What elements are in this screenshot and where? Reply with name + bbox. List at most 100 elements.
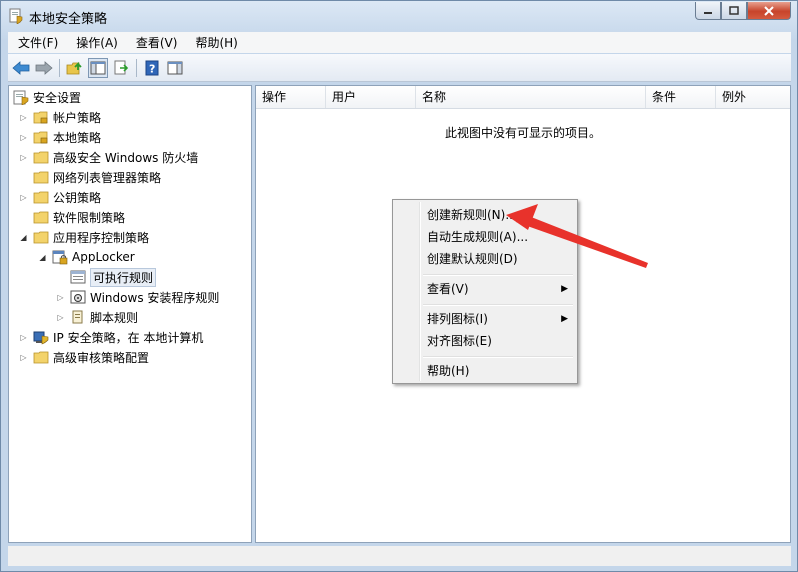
- menu-help[interactable]: 帮助(H): [185, 34, 245, 51]
- show-hide-tree-icon: [90, 61, 106, 74]
- tree-label: 高级安全 Windows 防火墙: [53, 150, 199, 165]
- minimize-icon: [704, 11, 712, 14]
- forward-button[interactable]: [34, 58, 54, 78]
- maximize-icon: [729, 5, 739, 15]
- tree-item-local-policies[interactable]: ▷ 本地策略: [19, 127, 101, 147]
- up-folder-icon: [66, 61, 82, 74]
- expand-arrow-icon[interactable]: ▷: [56, 313, 65, 322]
- menu-separator: [423, 274, 573, 276]
- expand-arrow-icon[interactable]: ▷: [19, 133, 28, 142]
- tree-label: Windows 安装程序规则: [90, 290, 220, 305]
- tree-item-applocker[interactable]: ◢ AppLocker: [38, 247, 135, 267]
- column-header-condition[interactable]: 条件: [646, 86, 716, 108]
- context-menu: 创建新规则(N)... 自动生成规则(A)... 创建默认规则(D) 查看(V)…: [392, 199, 578, 384]
- installer-rule-icon: [70, 290, 86, 304]
- menu-item-create-default-rules[interactable]: 创建默认规则(D): [396, 248, 574, 270]
- menu-item-label: 排列图标(I): [427, 312, 488, 326]
- tree-label: IP 安全策略，在 本地计算机: [53, 330, 204, 345]
- tree-item-public-key[interactable]: ▷ 公钥策略: [19, 187, 101, 207]
- tree-item-script-rules[interactable]: ▷ 脚本规则: [56, 307, 138, 327]
- tree-item-advanced-audit[interactable]: ▷ 高级审核策略配置: [19, 347, 149, 367]
- minimize-button[interactable]: [695, 2, 721, 20]
- properties-pane-icon: [167, 61, 183, 74]
- menu-item-align-icons[interactable]: 对齐图标(E): [396, 330, 574, 352]
- tree-pane[interactable]: 安全设置 ▷ 帐户策略 ▷ 本地策略 ▷ 高级安全 Windows 防火墙 网络…: [8, 85, 252, 543]
- menu-item-view[interactable]: 查看(V) ▶: [396, 278, 574, 300]
- menu-bar: 文件(F) 操作(A) 查看(V) 帮助(H): [8, 32, 791, 53]
- tree-item-root[interactable]: 安全设置: [13, 87, 81, 107]
- menu-item-label: 创建新规则(N)...: [427, 208, 517, 222]
- tree-label: 公钥策略: [53, 190, 102, 205]
- tree-label: 本地策略: [53, 130, 102, 145]
- menu-item-label: 自动生成规则(A)...: [427, 230, 529, 244]
- expand-arrow-icon[interactable]: ▷: [19, 333, 28, 342]
- ip-security-icon: [33, 331, 49, 345]
- collapse-arrow-icon[interactable]: ◢: [19, 233, 28, 242]
- tree-item-executable-rules[interactable]: 可执行规则: [56, 267, 157, 287]
- expand-arrow-icon[interactable]: ▷: [19, 353, 28, 362]
- export-list-button[interactable]: [111, 58, 131, 78]
- folder-icon: [33, 231, 49, 244]
- back-button[interactable]: [11, 58, 31, 78]
- properties-pane-button[interactable]: [165, 58, 185, 78]
- folder-icon: [33, 211, 49, 224]
- maximize-button[interactable]: [721, 2, 747, 20]
- forward-arrow-icon: [35, 60, 53, 75]
- expand-arrow-icon[interactable]: ▷: [19, 153, 28, 162]
- tree-item-installer-rules[interactable]: ▷ Windows 安装程序规则: [56, 287, 219, 307]
- menu-item-label: 查看(V): [427, 282, 469, 296]
- menu-item-help[interactable]: 帮助(H): [396, 360, 574, 382]
- toolbar-separator: [136, 58, 137, 77]
- menu-item-arrange-icons[interactable]: 排列图标(I) ▶: [396, 308, 574, 330]
- menu-view[interactable]: 查看(V): [126, 34, 186, 51]
- tree-item-network-list[interactable]: 网络列表管理器策略: [19, 167, 161, 187]
- rule-list-icon: [70, 270, 86, 284]
- collapse-arrow-icon[interactable]: ◢: [38, 253, 47, 262]
- back-arrow-icon: [12, 60, 30, 75]
- window-controls: [695, 2, 791, 21]
- column-header-user[interactable]: 用户: [326, 86, 416, 108]
- tree-label-selected: 可执行规则: [90, 267, 157, 287]
- column-header-exception[interactable]: 例外: [716, 86, 790, 108]
- show-hide-tree-button[interactable]: [88, 57, 108, 78]
- status-bar: [8, 546, 791, 566]
- export-list-icon: [114, 60, 129, 74]
- folder-icon: [33, 151, 49, 164]
- expand-arrow-icon[interactable]: ▷: [19, 113, 28, 122]
- close-button[interactable]: [747, 2, 791, 20]
- folder-icon: [33, 351, 49, 364]
- menu-item-create-new-rule[interactable]: 创建新规则(N)...: [396, 204, 574, 226]
- security-policy-app-icon: [9, 8, 23, 24]
- empty-list-message: 此视图中没有可显示的项目。: [444, 126, 601, 140]
- expand-arrow-icon[interactable]: ▷: [19, 193, 28, 202]
- menu-separator: [423, 356, 573, 358]
- column-header-action[interactable]: 操作: [256, 86, 326, 108]
- help-button[interactable]: ?: [142, 58, 162, 78]
- script-rule-icon: [72, 310, 83, 324]
- column-header-name[interactable]: 名称: [416, 86, 646, 108]
- folder-lock-icon: [33, 111, 48, 124]
- tree-item-app-control[interactable]: ◢ 应用程序控制策略: [19, 227, 149, 247]
- tree-label: 高级审核策略配置: [53, 350, 150, 365]
- tree-item-account-policies[interactable]: ▷ 帐户策略: [19, 107, 101, 127]
- title-bar[interactable]: 本地安全策略: [1, 1, 797, 31]
- tree-item-ip-security[interactable]: ▷ IP 安全策略，在 本地计算机: [19, 327, 203, 347]
- tree-item-firewall[interactable]: ▷ 高级安全 Windows 防火墙: [19, 147, 198, 167]
- menu-item-auto-generate-rules[interactable]: 自动生成规则(A)...: [396, 226, 574, 248]
- folder-icon: [33, 171, 49, 184]
- tree-item-software-restriction[interactable]: 软件限制策略: [19, 207, 125, 227]
- tree-label: 应用程序控制策略: [53, 230, 150, 245]
- menu-item-label: 帮助(H): [427, 364, 470, 378]
- folder-icon: [33, 191, 49, 204]
- tree-label: 脚本规则: [90, 310, 139, 325]
- window-title: 本地安全策略: [29, 12, 108, 27]
- help-icon: ?: [145, 60, 159, 75]
- up-one-level-button[interactable]: [65, 58, 85, 78]
- expand-arrow-icon[interactable]: ▷: [56, 293, 65, 302]
- menu-action[interactable]: 操作(A): [66, 34, 126, 51]
- submenu-arrow-icon: ▶: [561, 314, 568, 324]
- menu-file[interactable]: 文件(F): [8, 34, 66, 51]
- tree-label: AppLocker: [72, 250, 135, 264]
- menu-item-label: 对齐图标(E): [427, 334, 492, 348]
- svg-text:?: ?: [149, 62, 155, 75]
